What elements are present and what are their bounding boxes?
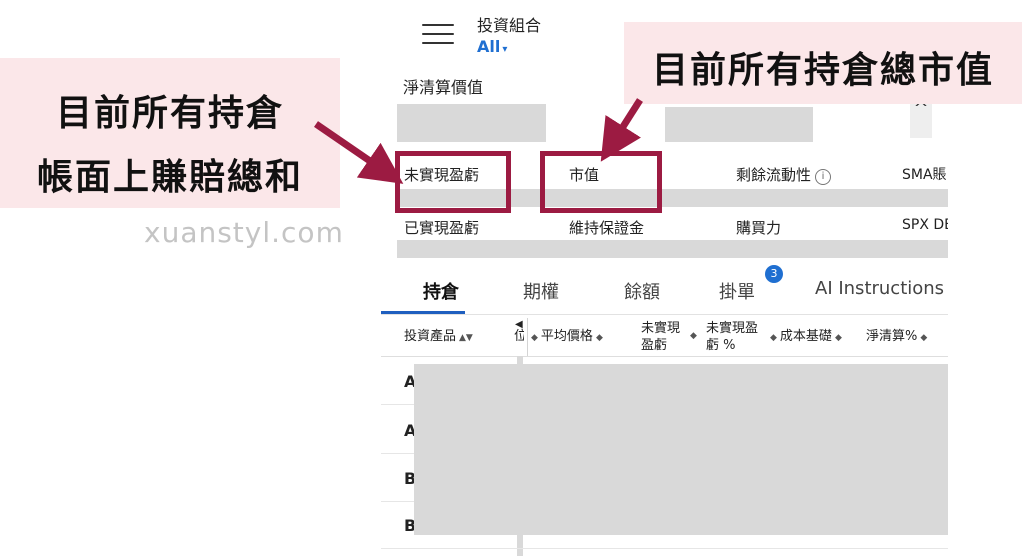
annotation-unrealized-pnl-note: 目前所有持倉 帳面上賺賠總和 — [0, 58, 340, 208]
spx-delta-label: SPX DE — [902, 217, 948, 233]
column-header-unrealized-pnl-line1: 未實現 — [641, 321, 681, 336]
column-header-unrealized-pct-line2: 虧 % — [706, 338, 736, 353]
redacted-net-liquidation-value — [397, 104, 546, 142]
account-selector[interactable]: All ▾ — [477, 37, 507, 56]
column-header-unrealized-pnl[interactable]: 未實現 盈虧 — [641, 320, 680, 354]
caret-down-icon: ▾ — [502, 44, 508, 55]
arrow-to-market-value — [600, 98, 643, 162]
excess-liquidity-label: 剩餘流動性 — [736, 166, 812, 184]
column-header-cut: 位 — [514, 329, 524, 344]
realized-pnl-label: 已實現盈虧 — [404, 219, 480, 237]
sort-icon: ◆ — [920, 333, 928, 343]
account-selector-label: All — [477, 37, 501, 56]
column-header-net-liq-pct[interactable]: 淨清算% ◆ — [866, 328, 927, 347]
annotation-left-line1: 目前所有持倉 — [55, 93, 284, 134]
tab-orders[interactable]: 掛單 — [719, 278, 755, 304]
watermark: xuanstyl.com — [144, 216, 344, 249]
net-liquidation-label: 淨清算價值 — [403, 78, 484, 97]
page-title: 投資組合 — [477, 16, 542, 35]
annotation-market-value-note: 目前所有持倉總市值 — [624, 22, 1022, 104]
orders-count-badge: 3 — [765, 265, 783, 283]
column-divider — [527, 318, 528, 356]
hamburger-menu-icon[interactable] — [422, 24, 454, 48]
column-header-product-label: 投資產品 — [404, 329, 457, 344]
maintenance-margin-label: 維持保證金 — [569, 219, 645, 237]
chevron-up-icon[interactable]: ^ — [910, 98, 932, 138]
column-header-cost-basis-label: 成本基礎 — [779, 329, 832, 344]
tab-balances[interactable]: 餘額 — [624, 278, 660, 304]
highlight-box-unrealized-pnl — [395, 151, 511, 213]
column-header-unrealized-pct-line1: 未實現盈 — [706, 321, 759, 336]
redacted-value — [665, 107, 813, 142]
tab-options[interactable]: 期權 — [523, 278, 559, 304]
tab-positions[interactable]: 持倉 — [423, 278, 459, 304]
sort-icon: ◆ — [595, 333, 603, 343]
annotation-left-line2: 帳面上賺賠總和 — [36, 157, 303, 198]
redacted-summary-row-2 — [397, 240, 948, 258]
column-header-avg-price[interactable]: ◆ 平均價格 ◆ — [531, 328, 603, 347]
info-icon[interactable]: i — [815, 169, 832, 185]
excess-liquidity-field: 剩餘流動性 i — [736, 164, 832, 185]
table-header-divider — [381, 356, 948, 357]
highlight-box-market-value — [540, 151, 662, 213]
column-header-avg-price-label: 平均價格 — [540, 329, 593, 344]
column-header-net-liq-pct-label: 淨清算% — [866, 329, 918, 344]
sma-label: SMA賬 — [902, 167, 947, 183]
sort-icon: ◆ — [531, 333, 538, 343]
row-divider — [381, 548, 948, 549]
tab-ai-instructions[interactable]: AI Instructions — [815, 278, 944, 299]
column-header-unrealized-pnl-line2: 盈虧 — [641, 338, 668, 353]
sort-icon: ◆ — [834, 333, 842, 343]
buying-power-label: 購買力 — [736, 219, 782, 237]
column-header-product[interactable]: 投資產品 ▲▼ — [404, 328, 473, 347]
column-header-unrealized-pnl-pct[interactable]: 未實現盈 虧 % — [706, 320, 758, 354]
sort-icon: ◆ — [770, 333, 777, 343]
tab-divider — [381, 314, 948, 315]
column-header-cost-basis[interactable]: ◆ 成本基礎 ◆ — [770, 328, 842, 347]
redacted-table-values — [414, 364, 948, 535]
sort-icon: ◆ — [690, 331, 697, 341]
sort-icon: ▲▼ — [459, 333, 473, 343]
annotation-right-line1: 目前所有持倉總市值 — [651, 50, 994, 91]
